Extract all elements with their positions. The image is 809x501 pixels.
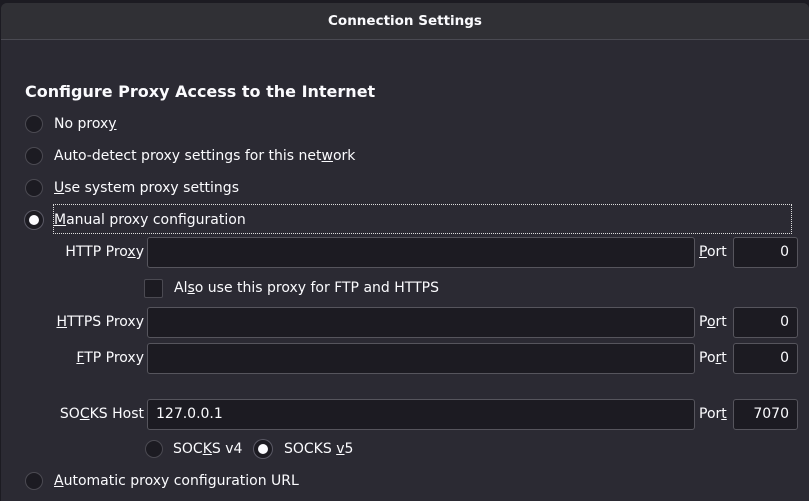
label-text: TTPS Proxy bbox=[67, 314, 144, 330]
access-key: H bbox=[56, 314, 67, 330]
label-text: o use this proxy for FTP and HTTPS bbox=[194, 280, 439, 296]
access-key: x bbox=[127, 244, 136, 260]
radio-label[interactable]: Auto-detect proxy settings for this netw… bbox=[54, 147, 355, 165]
access-key: M bbox=[54, 212, 67, 228]
https-port-input[interactable]: 0 bbox=[733, 307, 798, 338]
access-key: C bbox=[79, 406, 90, 422]
socks-port-label: Port bbox=[699, 399, 727, 430]
label-text: SOCKS bbox=[284, 441, 337, 457]
radio-label[interactable]: Use system proxy settings bbox=[54, 179, 239, 197]
access-key: s bbox=[187, 280, 195, 296]
radio-label[interactable]: Manual proxy configuration bbox=[54, 211, 246, 229]
access-key: y bbox=[108, 116, 117, 132]
label-text: ork bbox=[332, 148, 356, 164]
access-key: P bbox=[699, 244, 707, 260]
access-key: o bbox=[706, 314, 716, 330]
label-text: No prox bbox=[54, 116, 109, 132]
radio-button[interactable] bbox=[25, 147, 43, 165]
ftp-proxy-input[interactable] bbox=[147, 343, 695, 374]
socks-host-label: SOCKS Host bbox=[1, 399, 144, 430]
section-heading: Configure Proxy Access to the Internet bbox=[25, 82, 376, 101]
access-key: U bbox=[54, 180, 65, 196]
label-text: Al bbox=[174, 280, 188, 296]
label-text: HTTP Pro bbox=[65, 244, 128, 260]
radio-button[interactable] bbox=[25, 115, 43, 133]
ftp-proxy-label: FTP Proxy bbox=[1, 343, 144, 374]
access-key: A bbox=[54, 473, 64, 489]
label-text: y bbox=[135, 244, 144, 260]
access-key: w bbox=[321, 148, 333, 164]
radio-button[interactable] bbox=[145, 440, 163, 458]
socks-host-input[interactable]: 127.0.0.1 bbox=[147, 399, 695, 430]
label-text: Po bbox=[699, 350, 716, 366]
https-port-label: Port bbox=[699, 307, 727, 338]
http-port-input[interactable]: 0 bbox=[733, 237, 798, 268]
dialog-title: Connection Settings bbox=[1, 3, 809, 40]
http-proxy-input[interactable] bbox=[147, 237, 695, 268]
also-use-proxy-checkbox[interactable] bbox=[144, 279, 163, 298]
radio-label[interactable]: SOCKS v5 bbox=[284, 440, 353, 458]
radio-button-selected[interactable] bbox=[254, 440, 272, 458]
label-text: utomatic proxy configuration URL bbox=[63, 473, 299, 489]
radio-label[interactable]: SOCKS v4 bbox=[173, 440, 242, 458]
radio-label[interactable]: Automatic proxy configuration URL bbox=[54, 472, 299, 490]
label-text: S v4 bbox=[211, 441, 243, 457]
label-text: Auto-detect proxy settings for this net bbox=[54, 148, 322, 164]
access-key: v bbox=[336, 441, 345, 457]
label-text: 5 bbox=[344, 441, 354, 457]
socks-port-input[interactable]: 7070 bbox=[733, 399, 798, 430]
label-text: anual proxy configuration bbox=[66, 212, 246, 228]
label-text: t bbox=[721, 350, 727, 366]
label-text: SOC bbox=[173, 441, 203, 457]
radio-label[interactable]: No proxy bbox=[54, 115, 117, 133]
https-proxy-label: HTTPS Proxy bbox=[1, 307, 144, 338]
radio-button-selected[interactable] bbox=[25, 211, 43, 229]
https-proxy-input[interactable] bbox=[147, 307, 695, 338]
label-text: rt bbox=[715, 314, 727, 330]
http-port-label: Port bbox=[699, 237, 727, 268]
ftp-port-input[interactable]: 0 bbox=[733, 343, 798, 374]
access-key: t bbox=[721, 406, 727, 422]
radio-button[interactable] bbox=[25, 179, 43, 197]
label-text: TP Proxy bbox=[84, 350, 144, 366]
label-text: P bbox=[699, 314, 707, 330]
label-text: KS Host bbox=[89, 406, 144, 422]
connection-settings-dialog: Connection Settings Configure Proxy Acce… bbox=[1, 3, 809, 501]
http-proxy-label: HTTP Proxy bbox=[1, 237, 144, 268]
label-text: ort bbox=[706, 244, 727, 260]
radio-button[interactable] bbox=[25, 472, 43, 490]
label-text: Por bbox=[699, 406, 722, 422]
label-text: SO bbox=[59, 406, 80, 422]
label-text: se system proxy settings bbox=[64, 180, 239, 196]
also-use-proxy-label[interactable]: Also use this proxy for FTP and HTTPS bbox=[174, 279, 439, 297]
access-key: K bbox=[202, 441, 212, 457]
ftp-port-label: Port bbox=[699, 343, 727, 374]
